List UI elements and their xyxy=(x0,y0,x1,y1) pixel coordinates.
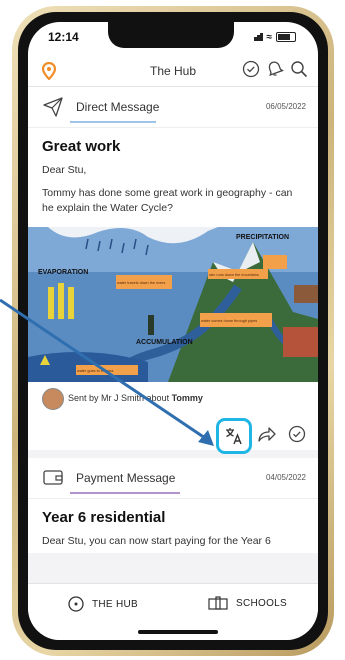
wallet-icon xyxy=(42,467,64,492)
card-greeting: Dear Stu, xyxy=(42,164,87,176)
card-header: Direct Message 06/05/2022 xyxy=(28,87,318,128)
picture-label-accumulation: ACCUMULATION xyxy=(136,339,193,346)
translate-button[interactable] xyxy=(216,417,252,454)
status-time: 12:14 xyxy=(48,30,79,44)
card-date: 06/05/2022 xyxy=(265,102,306,111)
wifi-icon: ≈ xyxy=(266,31,273,43)
sent-by-row: Sent by Mr J Smith about Tommy xyxy=(28,382,318,414)
battery-icon xyxy=(276,32,296,42)
picture-note-rivers: water travels down the rivers xyxy=(117,281,165,285)
card-body: Dear Stu, you can now start paying for t… xyxy=(42,534,271,547)
water-cycle-picture[interactable]: PRECIPITATION EVAPORATION ACCUMULATION r… xyxy=(28,226,318,382)
card-header: Payment Message 04/05/2022 xyxy=(28,458,318,499)
nav-label-schools: SCHOOLS xyxy=(236,597,288,609)
bottom-nav: THE HUB SCHOOLS xyxy=(28,583,318,640)
app-bar: The Hub xyxy=(28,56,318,87)
nav-item-hub[interactable]: THE HUB xyxy=(68,596,138,612)
card-subject: Great work xyxy=(42,138,121,155)
message-card[interactable]: Payment Message 04/05/2022 Year 6 reside… xyxy=(28,457,318,553)
check-circle-icon[interactable] xyxy=(242,60,260,83)
card-type-underline xyxy=(70,121,156,123)
home-indicator[interactable] xyxy=(138,630,218,634)
card-date: 04/05/2022 xyxy=(265,472,306,482)
share-icon[interactable] xyxy=(258,426,276,447)
card-subject: Year 6 residential xyxy=(42,508,166,526)
phone-screen: 12:14 ≈ The Hub Direct Message 06/05/202… xyxy=(28,22,318,640)
card-type-label: Payment Message xyxy=(76,470,176,485)
translate-icon xyxy=(226,427,242,444)
card-type-underline xyxy=(70,491,180,494)
card-body: Tommy has done some great work in geogra… xyxy=(42,187,293,215)
picture-note-pipes: water comes home through pipes xyxy=(201,319,257,323)
phone-bezel: 12:14 ≈ The Hub Direct Message 06/05/202… xyxy=(18,12,328,650)
paper-plane-icon xyxy=(42,96,64,123)
check-circle-icon[interactable] xyxy=(288,425,306,448)
bell-icon[interactable] xyxy=(266,60,284,83)
search-icon[interactable] xyxy=(290,60,308,83)
phone-frame: 12:14 ≈ The Hub Direct Message 06/05/202… xyxy=(12,6,334,656)
picture-label-evaporation: EVAPORATION xyxy=(38,269,88,276)
nav-item-schools[interactable]: SCHOOLS xyxy=(208,596,287,610)
message-card[interactable]: Direct Message 06/05/2022 Great work Dea… xyxy=(28,87,318,454)
status-icons: ≈ xyxy=(253,30,296,44)
app-bar-actions xyxy=(242,60,308,83)
card-type-label: Direct Message xyxy=(76,100,160,114)
card-actions xyxy=(28,414,318,454)
hub-icon xyxy=(68,596,84,612)
signal-icon xyxy=(253,30,263,44)
picture-note-sea: water goes to the sea xyxy=(77,369,114,373)
notch xyxy=(108,22,234,48)
picture-label-precipitation: PRECIPITATION xyxy=(236,234,289,241)
message-feed[interactable]: Direct Message 06/05/2022 Great work Dea… xyxy=(28,87,318,584)
nav-label-hub: THE HUB xyxy=(92,598,138,610)
sent-by-text: Sent by Mr J Smith about Tommy xyxy=(68,392,203,403)
school-icon xyxy=(208,596,228,610)
avatar xyxy=(42,387,64,410)
picture-note-rain: rain runs down the mountains xyxy=(209,273,259,277)
